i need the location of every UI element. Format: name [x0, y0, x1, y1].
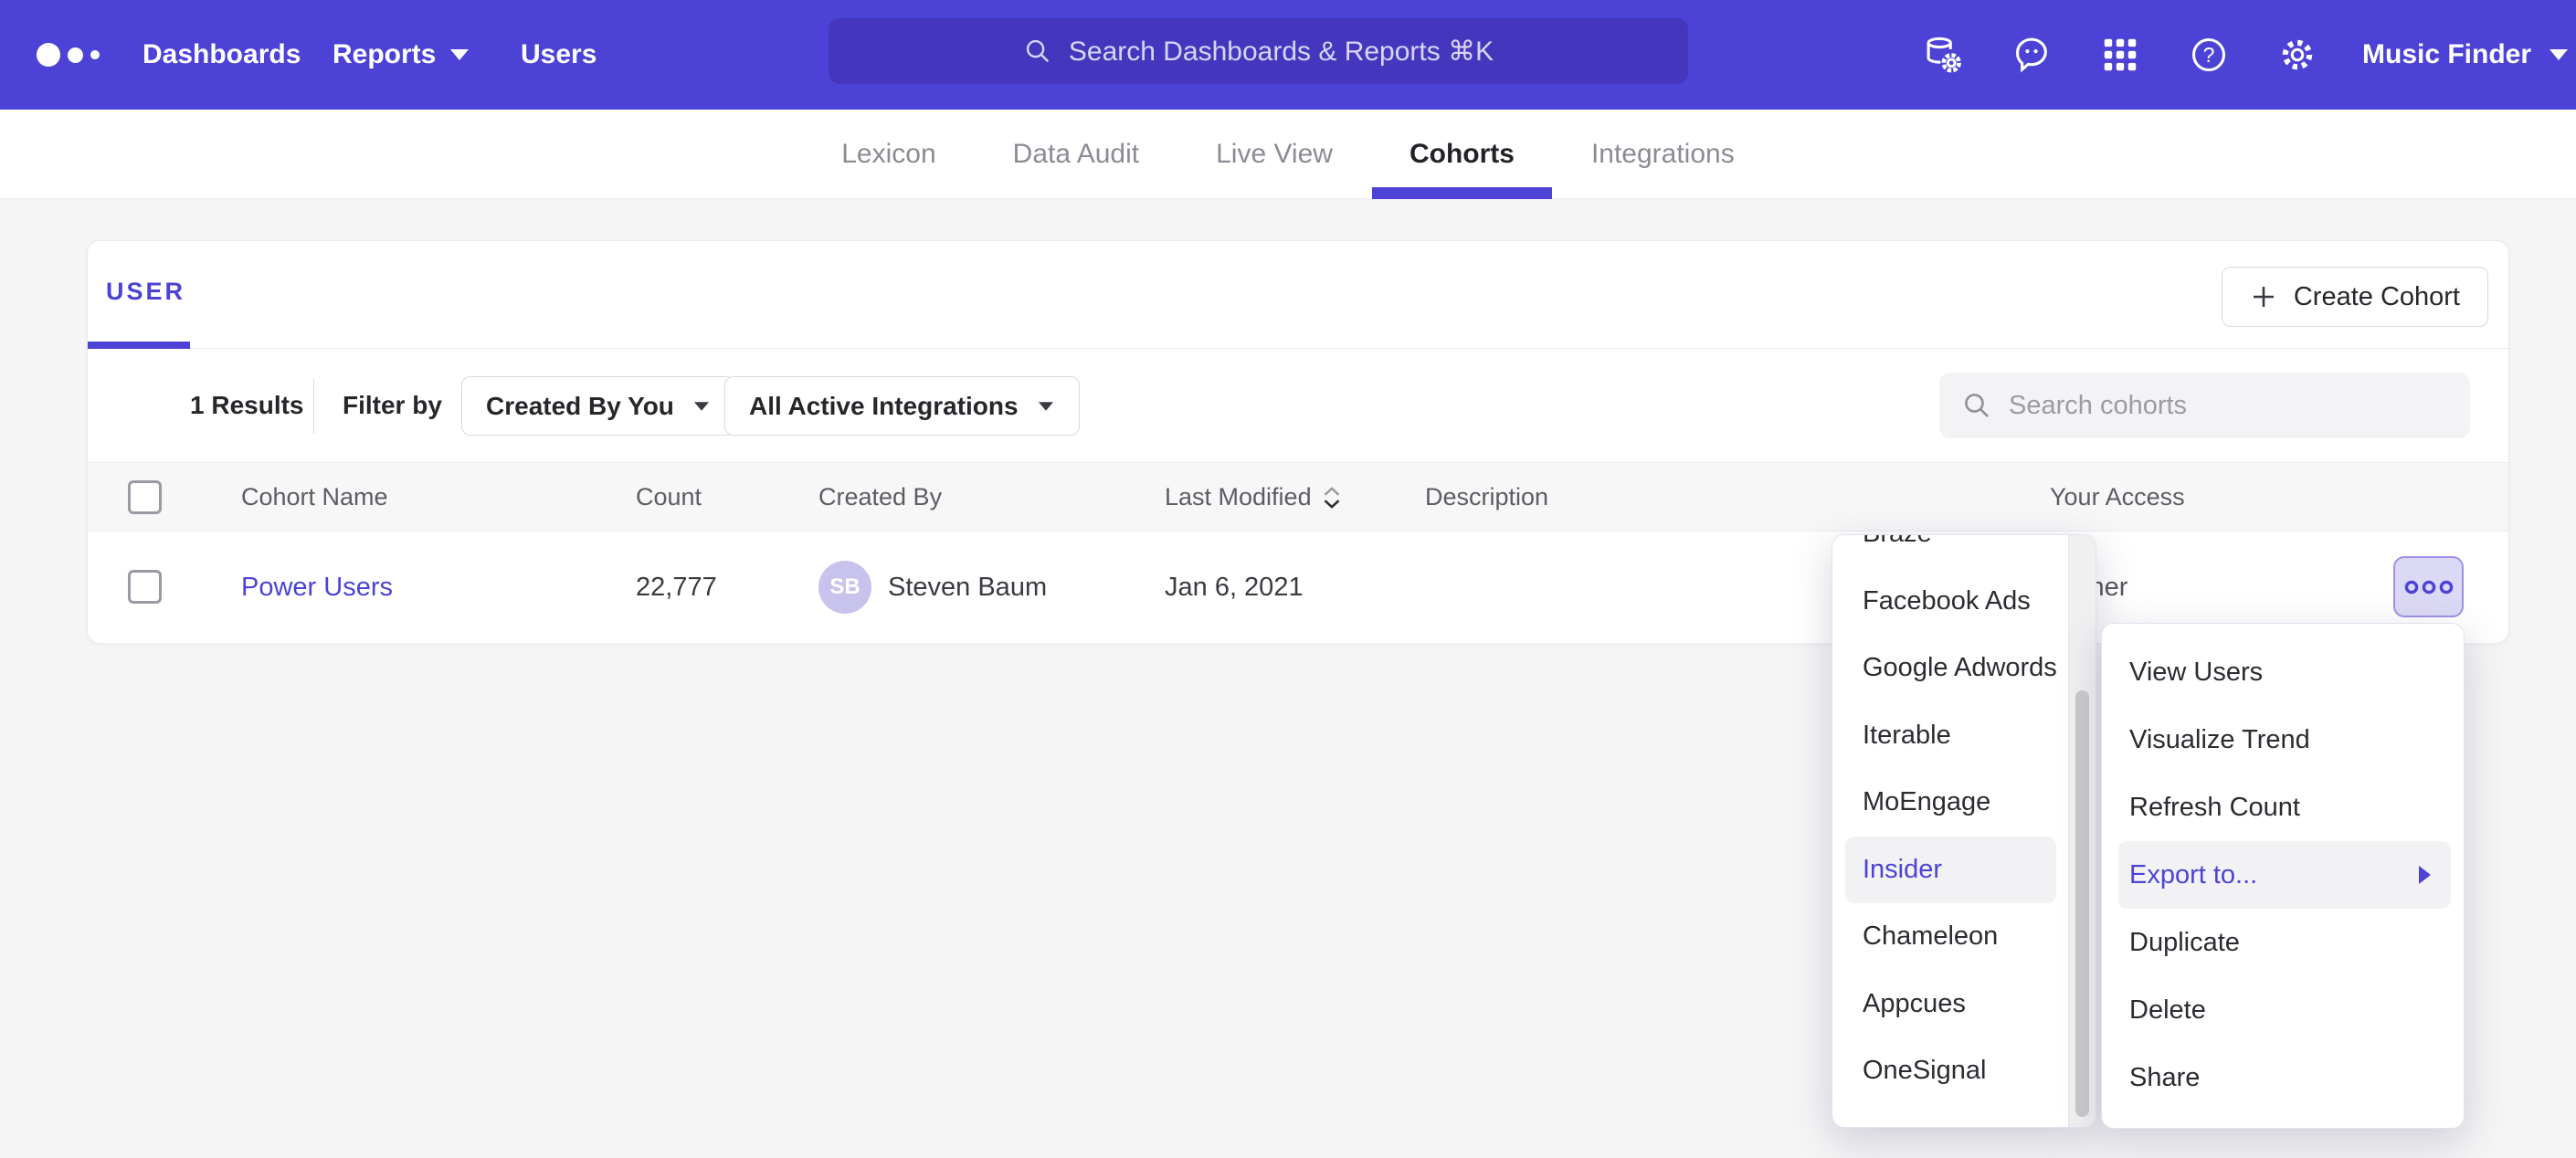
tab-user-cohorts[interactable]: USER [106, 278, 185, 306]
submenu-arrow-icon [2419, 866, 2431, 884]
last-modified-date: Jan 6, 2021 [1165, 532, 1304, 643]
active-tab-underline [1372, 187, 1552, 199]
header-your-access: Your Access [2050, 463, 2185, 532]
row-checkbox[interactable] [128, 570, 162, 604]
cohorts-page: Dashboards Reports Users Search Dashboar… [0, 0, 2576, 1158]
search-icon [1023, 37, 1052, 66]
integrations-filter-dropdown[interactable]: All Active Integrations [724, 376, 1080, 436]
submenu-item-appcues[interactable]: Appcues [1832, 971, 2068, 1038]
tab-cohorts[interactable]: Cohorts [1408, 110, 1516, 199]
submenu-item-iterable[interactable]: Iterable [1832, 702, 2068, 770]
submenu-item-chameleon[interactable]: Chameleon [1832, 903, 2068, 971]
submenu-item-facebook-ads[interactable]: Facebook Ads [1832, 568, 2068, 636]
submenu-item-insider[interactable]: Insider [1845, 837, 2056, 904]
chevron-down-icon [450, 49, 469, 60]
created-by-filter-dropdown[interactable]: Created By You [461, 376, 735, 436]
menu-item-share[interactable]: Share [2102, 1044, 2464, 1111]
section-tabs: Lexicon Data Audit Live View Cohorts Int… [0, 110, 2576, 199]
header-description: Description [1425, 463, 1548, 532]
header-created-by: Created By [818, 463, 942, 532]
nav-reports[interactable]: Reports [333, 0, 469, 110]
user-tab-underline [88, 342, 190, 349]
cohort-type-tabs: USER Create Cohort [88, 241, 2508, 349]
results-count: 1 Results [190, 391, 304, 420]
more-options-icon [2402, 576, 2455, 598]
apps-grid-icon[interactable] [2099, 34, 2141, 76]
top-navbar: Dashboards Reports Users Search Dashboar… [0, 0, 2576, 110]
submenu-item-onesignal[interactable]: OneSignal [1832, 1037, 2068, 1105]
tab-data-audit[interactable]: Data Audit [1011, 110, 1141, 199]
mixpanel-logo-icon[interactable] [37, 0, 100, 110]
nav-users[interactable]: Users [521, 0, 596, 110]
avatar: SB [818, 561, 871, 614]
data-management-icon[interactable] [1922, 34, 1964, 76]
cohorts-card: USER Create Cohort 1 Results Filter by C… [87, 240, 2509, 643]
menu-item-view-users[interactable]: View Users [2102, 638, 2464, 706]
header-count: Count [636, 463, 702, 532]
menu-item-export-to[interactable]: Export to... [2118, 841, 2451, 909]
row-actions-button[interactable] [2393, 556, 2464, 617]
tab-lexicon[interactable]: Lexicon [839, 110, 937, 199]
submenu-scrollbar-thumb[interactable] [2075, 690, 2089, 1117]
svg-text:?: ? [2203, 43, 2215, 67]
global-search-input[interactable]: Search Dashboards & Reports ⌘K [829, 18, 1688, 84]
creator-name: Steven Baum [888, 573, 1047, 603]
cohort-count: 22,777 [636, 532, 717, 643]
global-search-placeholder: Search Dashboards & Reports ⌘K [1069, 36, 1494, 68]
header-cohort-name: Cohort Name [241, 463, 388, 532]
chevron-down-icon [694, 402, 709, 411]
submenu-item-braze[interactable]: Braze [1832, 534, 2068, 568]
table-header: Cohort Name Count Created By Last Modifi… [88, 463, 2508, 532]
filter-row: 1 Results Filter by Created By You All A… [88, 349, 2508, 463]
submenu-item-moengage[interactable]: MoEngage [1832, 769, 2068, 837]
nav-dashboards[interactable]: Dashboards [143, 0, 301, 110]
divider [313, 379, 314, 434]
menu-item-duplicate[interactable]: Duplicate [2102, 909, 2464, 976]
plus-icon [2250, 283, 2277, 311]
filter-by-label: Filter by [343, 391, 442, 420]
settings-gear-icon[interactable] [2276, 34, 2318, 76]
project-switcher[interactable]: Music Finder [2362, 0, 2568, 110]
menu-item-refresh-count[interactable]: Refresh Count [2102, 774, 2464, 841]
header-last-modified[interactable]: Last Modified [1165, 463, 1343, 532]
export-to-list: Braze Facebook Ads Google Adwords Iterab… [1832, 534, 2096, 1105]
project-name: Music Finder [2362, 39, 2531, 70]
sort-icon [1321, 484, 1343, 511]
submenu-item-google-adwords[interactable]: Google Adwords [1832, 635, 2068, 702]
export-to-submenu: Braze Facebook Ads Google Adwords Iterab… [1832, 534, 2096, 1128]
chevron-down-icon [1039, 402, 1053, 411]
help-icon[interactable]: ? [2188, 34, 2230, 76]
topbar-icons: ? [1922, 0, 2318, 110]
cohort-search-input[interactable] [2009, 391, 2448, 421]
create-cohort-button[interactable]: Create Cohort [2222, 267, 2488, 327]
chevron-down-icon [2550, 49, 2568, 60]
tab-live-view[interactable]: Live View [1214, 110, 1335, 199]
select-all-checkbox[interactable] [128, 480, 162, 514]
feedback-icon[interactable] [2011, 34, 2053, 76]
cohort-search [1939, 373, 2470, 438]
menu-item-visualize-trend[interactable]: Visualize Trend [2102, 706, 2464, 774]
search-icon [1961, 390, 1992, 421]
menu-item-delete[interactable]: Delete [2102, 976, 2464, 1044]
cohort-name-link[interactable]: Power Users [241, 573, 393, 603]
row-context-menu: View Users Visualize Trend Refresh Count… [2101, 623, 2465, 1129]
tab-integrations[interactable]: Integrations [1589, 110, 1737, 199]
